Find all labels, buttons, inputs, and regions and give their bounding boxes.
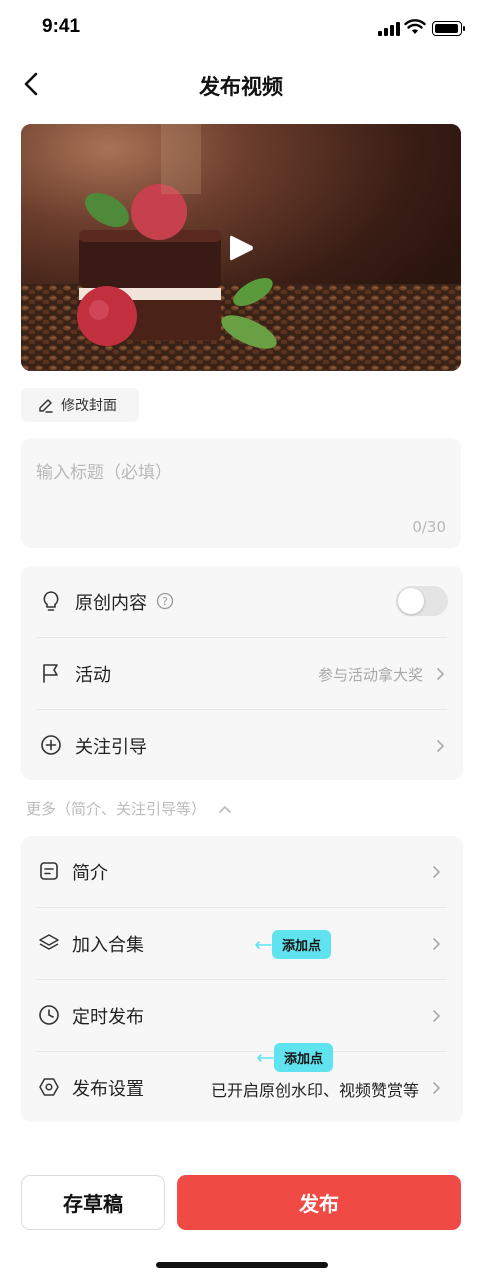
settings-icon <box>39 1078 59 1096</box>
arrow-left-icon <box>255 940 272 949</box>
chevron-right-icon <box>437 668 444 680</box>
annotation-tag: 添加点 <box>256 1043 334 1072</box>
wifi-icon <box>404 19 426 34</box>
signal-icon <box>378 22 400 36</box>
scheduled-publish-label: 定时发布 <box>72 1007 144 1028</box>
original-toggle[interactable] <box>396 586 448 616</box>
save-draft-button[interactable]: 存草稿 <box>21 1175 165 1230</box>
annotation-label: 添加点 <box>272 930 332 959</box>
arrow-left-icon <box>257 1053 274 1062</box>
video-preview[interactable] <box>21 124 461 371</box>
chevron-up-icon <box>219 805 231 813</box>
more-settings-group: 简介 加入合集 定时发布 发布设置 已开启原创水印、视频赞赏等 <box>21 836 463 1122</box>
original-content-label: 原创内容 <box>75 593 147 614</box>
intro-row[interactable]: 简介 <box>21 836 463 908</box>
scheduled-publish-row[interactable]: 定时发布 <box>21 980 463 1052</box>
title-placeholder: 输入标题（必填） <box>36 463 172 483</box>
layers-icon <box>39 934 59 950</box>
svg-text:?: ? <box>162 595 168 608</box>
activity-label: 活动 <box>75 665 111 686</box>
chevron-right-icon <box>433 866 440 878</box>
change-cover-label: 修改封面 <box>61 398 117 414</box>
more-options-toggle[interactable]: 更多（简介、关注引导等） <box>26 798 232 819</box>
annotation-tag: 添加点 <box>254 930 332 959</box>
status-time: 9:41 <box>42 16 81 37</box>
more-options-label: 更多（简介、关注引导等） <box>26 800 207 818</box>
chevron-right-icon <box>433 1010 440 1022</box>
flag-icon <box>43 664 58 683</box>
help-icon[interactable]: ? <box>156 592 174 610</box>
activity-row[interactable]: 活动 参与活动拿大奖 <box>21 638 463 710</box>
chevron-right-icon <box>433 938 440 950</box>
publish-settings-row[interactable]: 发布设置 已开启原创水印、视频赞赏等 <box>21 1052 463 1124</box>
publish-settings-value: 已开启原创水印、视频赞赏等 <box>210 1081 419 1100</box>
follow-guide-label: 关注引导 <box>75 737 147 758</box>
chevron-right-icon <box>437 740 444 752</box>
annotation-label: 添加点 <box>274 1043 334 1072</box>
battery-icon <box>432 21 465 36</box>
follow-guide-row[interactable]: 关注引导 <box>21 710 463 782</box>
original-content-row[interactable]: 原创内容 ? <box>21 566 463 638</box>
change-cover-button[interactable]: 修改封面 <box>21 388 139 422</box>
add-to-collection-row[interactable]: 加入合集 <box>21 908 463 980</box>
chevron-right-icon <box>433 1082 440 1094</box>
plus-circle-icon <box>41 735 61 755</box>
add-to-collection-label: 加入合集 <box>72 935 144 956</box>
title-char-counter: 0/30 <box>412 518 446 536</box>
play-icon[interactable] <box>226 232 256 264</box>
page-title: 发布视频 <box>199 75 283 99</box>
edit-icon <box>39 398 53 413</box>
publish-settings-label: 发布设置 <box>72 1079 144 1100</box>
clock-icon <box>39 1005 59 1025</box>
home-indicator <box>156 1262 328 1268</box>
document-icon <box>40 862 58 880</box>
activity-value: 参与活动拿大奖 <box>317 666 423 684</box>
intro-label: 简介 <box>72 863 108 884</box>
publish-button[interactable]: 发布 <box>177 1175 461 1230</box>
nav-bar: 发布视频 <box>0 58 482 110</box>
status-bar: 9:41 <box>0 0 482 56</box>
lightbulb-icon <box>43 591 59 611</box>
main-settings-group: 原创内容 ? 活动 参与活动拿大奖 关注引导 <box>21 566 463 780</box>
title-input[interactable]: 输入标题（必填） 0/30 <box>21 438 461 548</box>
